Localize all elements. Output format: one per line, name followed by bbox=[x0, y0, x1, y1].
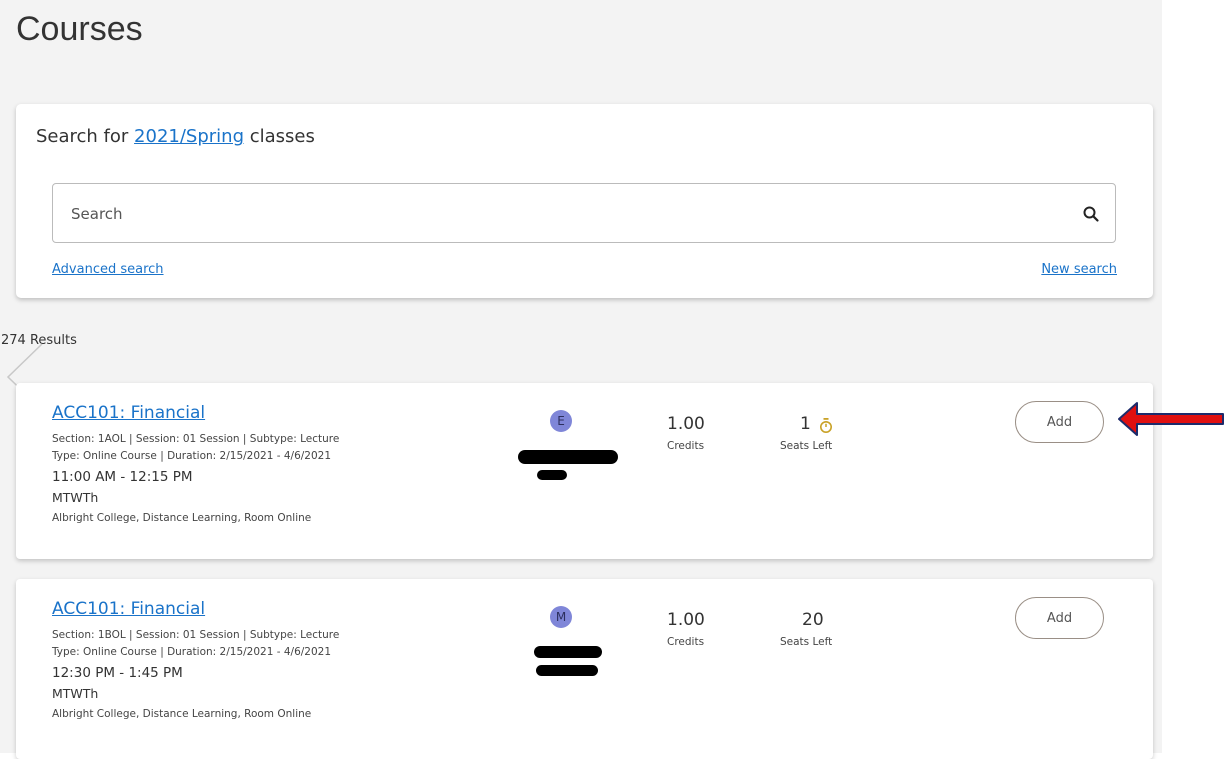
redacted-instructor-name bbox=[518, 450, 618, 464]
course-card: ACC101: Financial Section: 1BOL | Sessio… bbox=[16, 579, 1153, 759]
course-title-link[interactable]: ACC101: Financial bbox=[52, 599, 205, 619]
search-heading-suffix: classes bbox=[249, 126, 315, 147]
credits-label: Credits bbox=[667, 636, 705, 648]
course-time: 12:30 PM - 1:45 PM bbox=[52, 665, 183, 681]
course-type-line: Type: Online Course | Duration: 2/15/202… bbox=[52, 646, 332, 658]
search-input[interactable] bbox=[69, 184, 1073, 244]
seats-left-label: Seats Left bbox=[780, 636, 833, 648]
new-search-link[interactable]: New search bbox=[1041, 262, 1117, 277]
red-arrow-icon bbox=[1118, 402, 1224, 436]
credits-label: Credits bbox=[667, 440, 705, 452]
seats-left-label: Seats Left bbox=[780, 440, 833, 452]
course-section-line: Section: 1BOL | Session: 01 Session | Su… bbox=[52, 629, 340, 641]
redacted-instructor-name bbox=[536, 665, 598, 676]
timer-icon bbox=[820, 418, 832, 433]
add-course-button[interactable]: Add bbox=[1015, 597, 1104, 639]
course-section-line: Section: 1AOL | Session: 01 Session | Su… bbox=[52, 433, 340, 445]
redacted-instructor-name bbox=[534, 646, 602, 658]
credits-value: 1.00 bbox=[667, 610, 705, 630]
course-location: Albright College, Distance Learning, Roo… bbox=[52, 512, 312, 524]
course-type-line: Type: Online Course | Duration: 2/15/202… bbox=[52, 450, 332, 462]
search-icon[interactable] bbox=[1082, 205, 1100, 223]
advanced-search-link[interactable]: Advanced search bbox=[52, 262, 164, 277]
course-time: 11:00 AM - 12:15 PM bbox=[52, 469, 193, 485]
seats-left-value: 1 bbox=[800, 414, 811, 434]
course-days: MTWTh bbox=[52, 686, 99, 701]
redacted-instructor-name bbox=[537, 470, 567, 480]
course-card: ACC101: Financial Section: 1AOL | Sessio… bbox=[16, 383, 1153, 559]
instructor-avatar: M bbox=[550, 606, 572, 628]
course-title-link[interactable]: ACC101: Financial bbox=[52, 403, 205, 423]
instructor-avatar: E bbox=[550, 410, 572, 432]
search-box bbox=[52, 183, 1116, 244]
course-days: MTWTh bbox=[52, 490, 99, 505]
add-course-button[interactable]: Add bbox=[1015, 401, 1104, 443]
course-location: Albright College, Distance Learning, Roo… bbox=[52, 708, 312, 720]
page-title: Courses bbox=[16, 10, 143, 48]
search-heading-prefix: Search for bbox=[36, 126, 129, 147]
search-heading: Search for 2021/Spring classes bbox=[36, 126, 315, 147]
term-link[interactable]: 2021/Spring bbox=[134, 126, 244, 147]
seats-left-value: 20 bbox=[802, 610, 824, 630]
credits-value: 1.00 bbox=[667, 414, 705, 434]
